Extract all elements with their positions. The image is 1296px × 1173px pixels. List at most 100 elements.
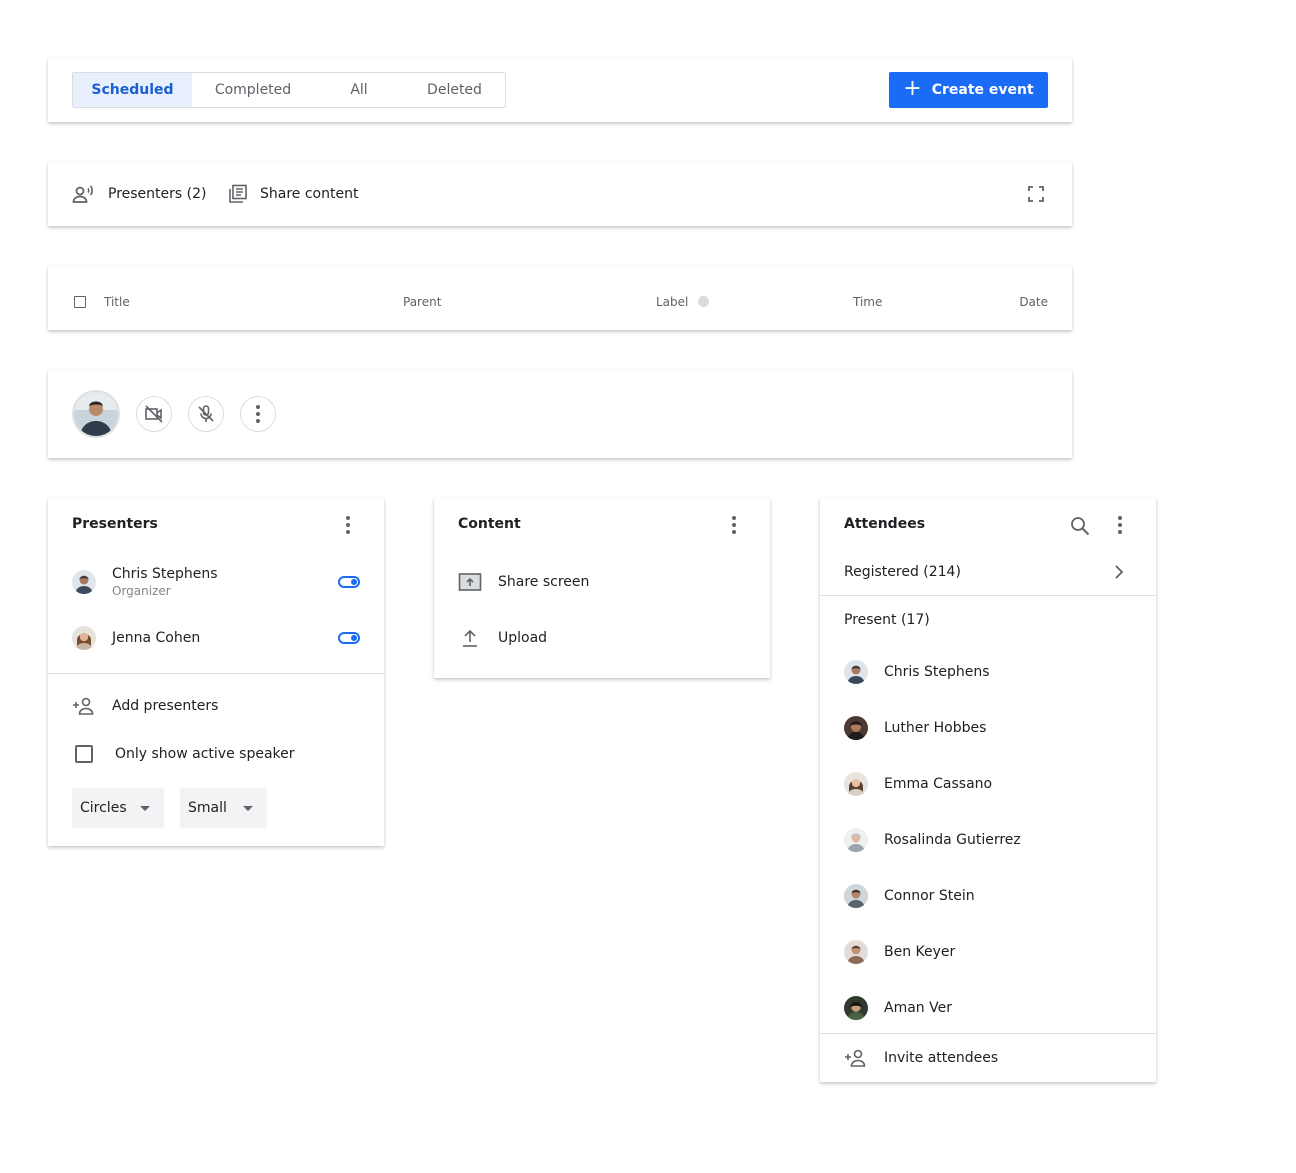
present-to-all-icon [458,572,482,592]
presenters-panel: Presenters Chris Stephens Organizer Jenn… [48,498,384,846]
presenter-role: Organizer [112,584,171,598]
invite-attendees-label: Invite attendees [884,1050,999,1066]
share-screen-label: Share screen [498,574,590,590]
active-speaker-checkbox[interactable] [75,745,93,763]
mic-off-icon [196,404,216,424]
presenters-panel-title: Presenters [72,516,158,532]
divider [48,673,384,674]
list-item[interactable]: Luther Hobbes [844,716,1132,740]
size-select-value: Small [188,800,227,816]
column-date[interactable]: Date [1019,266,1048,330]
presenter-toggle[interactable] [338,632,360,644]
tab-all[interactable]: All [314,73,404,107]
registered-label: Registered (214) [844,564,961,580]
attendees-panel-title: Attendees [844,516,926,532]
presenter-name: Jenna Cohen [112,630,201,646]
more-vert-icon[interactable] [346,516,350,534]
presenter-row: Chris Stephens Organizer [72,564,360,600]
list-item[interactable]: Ben Keyer [844,940,1132,964]
label-dot-icon [698,296,710,307]
mic-off-button[interactable] [188,396,224,432]
table-header-bar: Title Parent Label Time Date [48,266,1072,330]
create-event-label: Create event [931,82,1034,98]
present-header: Present (17) [844,608,1132,632]
column-title[interactable]: Title [104,266,130,330]
library-books-icon [228,184,248,204]
video-off-icon [144,404,164,424]
presenters-button[interactable]: Presenters (2) [72,162,206,226]
avatar [844,828,868,852]
registered-row[interactable]: Registered (214) [844,560,1132,584]
tab-scheduled[interactable]: Scheduled [73,73,192,107]
fullscreen-icon[interactable] [1028,186,1044,206]
avatar [72,570,96,594]
tab-completed[interactable]: Completed [192,73,314,107]
select-all-checkbox[interactable] [74,296,86,308]
more-vert-icon[interactable] [732,516,736,534]
dropdown-arrow-icon [243,805,253,811]
person-add-icon [844,1048,868,1068]
tab-group: Scheduled Completed All Deleted [72,72,506,108]
more-options-button[interactable] [240,396,276,432]
presenter-toggle[interactable] [338,576,360,588]
attendee-name: Connor Stein [884,888,975,904]
share-content-button[interactable]: Share content [228,162,358,226]
avatar [844,940,868,964]
list-item[interactable]: Connor Stein [844,884,1132,908]
share-content-label: Share content [260,186,359,202]
invite-attendees-button[interactable]: Invite attendees [844,1046,1132,1070]
layout-select[interactable]: Circles [72,788,164,828]
attendee-name: Luther Hobbes [884,720,987,736]
presenter-row: Jenna Cohen [72,626,360,650]
record-voice-icon [72,184,96,204]
upload-label: Upload [498,630,548,646]
divider [820,1033,1156,1034]
list-item[interactable]: Aman Ver [844,996,1132,1020]
more-vert-icon [256,405,260,423]
list-item[interactable]: Chris Stephens [844,660,1132,684]
presenter-name-block: Chris Stephens Organizer [112,566,218,598]
event-tabs-bar: Scheduled Completed All Deleted + Create… [48,58,1072,122]
avatar[interactable] [72,390,120,438]
column-label[interactable]: Label [656,266,710,330]
avatar [844,660,868,684]
list-item[interactable]: Rosalinda Gutierrez [844,828,1132,852]
tab-deleted[interactable]: Deleted [404,73,505,107]
presenters-label: Presenters (2) [108,186,207,202]
video-off-button[interactable] [136,396,172,432]
avatar [844,996,868,1020]
active-speaker-option[interactable]: Only show active speaker [72,742,360,766]
list-item[interactable]: Emma Cassano [844,772,1132,796]
size-select[interactable]: Small [180,788,267,828]
column-parent[interactable]: Parent [403,266,441,330]
column-label-text: Label [656,295,689,309]
chevron-right-icon [1114,565,1124,579]
content-panel-title: Content [458,516,521,532]
divider [820,595,1156,596]
add-presenters-label: Add presenters [112,698,219,714]
avatar [72,626,96,650]
column-time[interactable]: Time [853,266,882,330]
share-bar: Presenters (2) Share content [48,162,1072,226]
more-vert-icon[interactable] [1118,516,1122,534]
upload-button[interactable]: Upload [458,626,746,650]
attendee-name: Chris Stephens [884,664,990,680]
attendee-name: Rosalinda Gutierrez [884,832,1021,848]
add-presenters-button[interactable]: Add presenters [72,694,360,718]
call-controls-bar [48,370,1072,458]
layout-select-value: Circles [80,800,127,816]
upload-icon [458,628,482,648]
attendee-name: Aman Ver [884,1000,952,1016]
attendee-name: Ben Keyer [884,944,956,960]
presenter-name: Chris Stephens [112,566,218,582]
plus-icon: + [903,76,922,101]
search-icon[interactable] [1070,516,1090,536]
active-speaker-label: Only show active speaker [115,746,295,762]
avatar [844,716,868,740]
dropdown-arrow-icon [140,805,150,811]
present-label: Present (17) [844,612,930,628]
avatar [844,884,868,908]
create-event-button[interactable]: + Create event [889,72,1048,108]
share-screen-button[interactable]: Share screen [458,570,746,594]
avatar [844,772,868,796]
